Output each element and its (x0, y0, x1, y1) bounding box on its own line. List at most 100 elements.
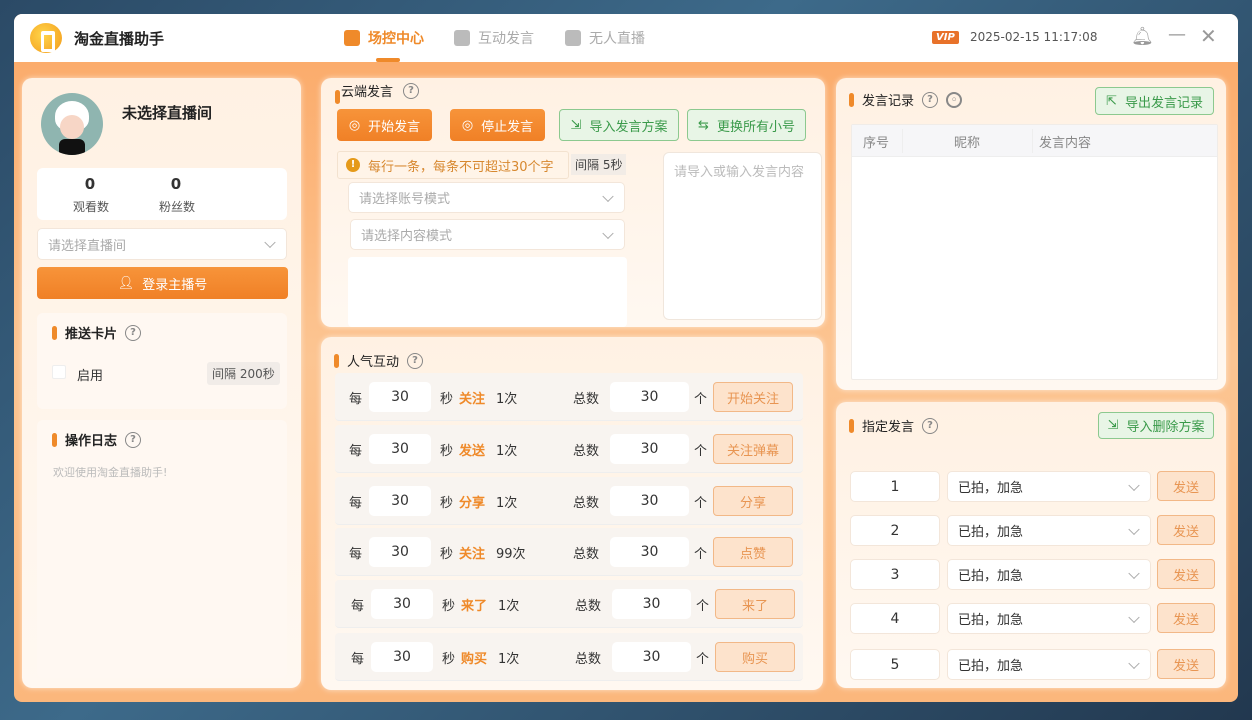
interaction-action-button[interactable]: 点赞 (713, 537, 793, 567)
help-icon[interactable]: ? (125, 431, 142, 448)
log-title: 操作日志 (65, 434, 118, 449)
tab-control-center[interactable]: 场控中心 (344, 28, 424, 48)
send-button[interactable]: 发送 (1157, 649, 1215, 679)
stop-speech-button[interactable]: ◎ 停止发言 (450, 109, 545, 141)
send-button[interactable]: 发送 (1157, 471, 1215, 501)
send-button[interactable]: 发送 (1157, 603, 1215, 633)
enable-checkbox[interactable] (52, 365, 66, 379)
send-button[interactable]: 发送 (1157, 515, 1215, 545)
section-marker (849, 418, 854, 433)
speech-interval[interactable]: 间隔 5秒 (571, 154, 627, 175)
chevron-down-icon (264, 236, 276, 249)
designated-content-select[interactable]: 已拍，加急 (947, 559, 1151, 590)
total-input[interactable]: 30 (610, 434, 689, 464)
designated-content-select[interactable]: 已拍，加急 (947, 649, 1151, 680)
column-index[interactable]: 序号 (863, 132, 889, 151)
switch-accounts-button[interactable]: ⇆ 更换所有小号 (687, 109, 806, 141)
help-icon[interactable]: ? (922, 417, 939, 434)
tv-icon (565, 30, 581, 46)
interval-input[interactable]: 30 (369, 486, 431, 516)
title-bar: 淘金直播助手 场控中心 互动发言 无人直播 VIP 2025-02-15 11:… (14, 14, 1238, 62)
designated-number-input[interactable]: 5 (850, 649, 940, 680)
help-icon[interactable]: ? (407, 352, 424, 369)
section-marker (849, 92, 854, 107)
designated-content-select[interactable]: 已拍，加急 (947, 603, 1151, 634)
viewers-count: 0 (84, 175, 96, 193)
action-label: 来了 (461, 599, 488, 614)
interval-input[interactable]: 30 (369, 382, 431, 412)
settings-icon[interactable]: ◦ (946, 91, 963, 108)
help-icon[interactable]: ? (403, 82, 420, 99)
interval-input[interactable]: 30 (369, 537, 431, 567)
interval-input[interactable]: 30 (369, 434, 431, 464)
total-input[interactable]: 30 (612, 642, 691, 672)
interaction-title: 人气互动 (347, 355, 400, 370)
interaction-action-button[interactable]: 关注弹幕 (713, 434, 793, 464)
push-interval[interactable]: 间隔 200秒 (207, 362, 280, 385)
speech-content-textarea[interactable]: 请导入或输入发言内容 (663, 152, 822, 320)
chevron-down-icon (602, 190, 614, 202)
cloud-speech-title: 云端发言 (341, 85, 394, 100)
times-label: 99次 (496, 547, 526, 562)
total-input[interactable]: 30 (610, 486, 689, 516)
chat-bubble-icon: ◎ (348, 117, 361, 133)
chevron-down-icon (602, 227, 614, 239)
left-panel: 未选择直播间 0 观看数 0 粉丝数 请选择直播间 👤︎ 登录主播号 推送卡片? … (22, 78, 301, 688)
times-label: 1次 (496, 392, 518, 407)
action-label: 发送 (459, 444, 486, 459)
interaction-action-button[interactable]: 来了 (715, 589, 795, 619)
interaction-row: 每 30 秒 来了 1次 总数 30 个 来了 (335, 580, 803, 628)
section-marker (335, 90, 340, 104)
minimize-button[interactable]: — (1168, 24, 1186, 45)
chevron-down-icon (1128, 611, 1140, 623)
login-anchor-button[interactable]: 👤︎ 登录主播号 (37, 267, 288, 299)
push-card-title: 推送卡片 (65, 327, 118, 342)
total-input[interactable]: 30 (612, 589, 691, 619)
sliders-icon (344, 30, 360, 46)
interval-input[interactable]: 30 (371, 642, 433, 672)
action-label: 关注 (459, 392, 486, 407)
import-icon: ⇲ (1107, 418, 1119, 433)
interaction-row: 每 30 秒 分享 1次 总数 30 个 分享 (335, 477, 803, 525)
total-input[interactable]: 30 (610, 537, 689, 567)
tab-interactive-speech[interactable]: 互动发言 (454, 28, 534, 48)
user-icon: 👤︎ (117, 275, 135, 291)
import-icon: ⇲ (570, 117, 582, 133)
help-icon[interactable]: ? (125, 324, 142, 341)
interaction-action-button[interactable]: 开始关注 (713, 382, 793, 412)
import-speech-plan-button[interactable]: ⇲ 导入发言方案 (559, 109, 679, 141)
interaction-action-button[interactable]: 购买 (715, 642, 795, 672)
designated-number-input[interactable]: 2 (850, 515, 940, 546)
room-select[interactable]: 请选择直播间 (37, 228, 287, 260)
designated-number-input[interactable]: 1 (850, 471, 940, 502)
content-mode-select[interactable]: 请选择内容模式 (350, 219, 625, 250)
interval-input[interactable]: 30 (371, 589, 433, 619)
viewers-label: 观看数 (73, 200, 110, 214)
tip-banner: ! 每行一条，每条不可超过30个字 (337, 151, 569, 179)
close-button[interactable]: ✕ (1200, 24, 1217, 48)
export-record-button[interactable]: ⇱ 导出发言记录 (1095, 87, 1214, 115)
designated-content-select[interactable]: 已拍，加急 (947, 471, 1151, 502)
account-mode-select[interactable]: 请选择账号模式 (348, 182, 625, 213)
interaction-action-button[interactable]: 分享 (713, 486, 793, 516)
bell-icon[interactable]: 🔔︎ (1131, 26, 1154, 47)
enable-label: 启用 (77, 369, 104, 384)
column-nickname[interactable]: 昵称 (954, 132, 980, 151)
chat-bubble-icon: ◎ (461, 117, 474, 133)
help-icon[interactable]: ? (922, 91, 939, 108)
designated-content-select[interactable]: 已拍，加急 (947, 515, 1151, 546)
designated-number-input[interactable]: 3 (850, 559, 940, 590)
total-input[interactable]: 30 (610, 382, 689, 412)
cloud-speech-panel: 云端发言? ◎ 开始发言 ◎ 停止发言 ⇲ 导入发言方案 ⇆ 更换所有小号 ! 每行一条，… (321, 78, 825, 327)
record-title: 发言记录 (862, 94, 915, 109)
tab-unmanned-live[interactable]: 无人直播 (565, 28, 645, 48)
config-area (348, 257, 627, 327)
designated-number-input[interactable]: 4 (850, 603, 940, 634)
send-button[interactable]: 发送 (1157, 559, 1215, 589)
column-content[interactable]: 发言内容 (1039, 132, 1091, 151)
times-label: 1次 (496, 496, 518, 511)
import-delete-plan-button[interactable]: ⇲ 导入删除方案 (1098, 412, 1214, 439)
export-icon: ⇱ (1106, 93, 1117, 109)
start-speech-button[interactable]: ◎ 开始发言 (337, 109, 432, 141)
app-title: 淘金直播助手 (74, 30, 165, 48)
